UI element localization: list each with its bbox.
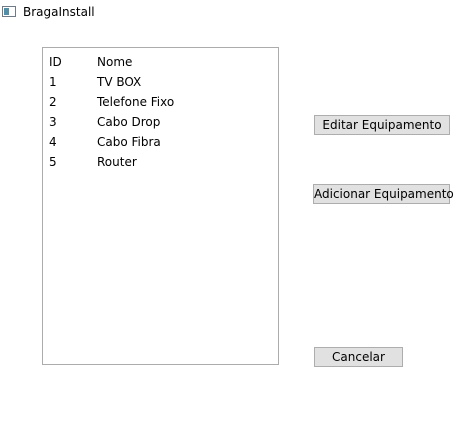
list-item[interactable]: 5 Router [43,150,278,170]
list-item[interactable]: 2 Telefone Fixo [43,90,278,110]
list-item-id: 4 [49,135,57,149]
column-header-nome: Nome [97,55,133,69]
app-window-icon [2,6,16,17]
equipment-list[interactable]: ID Nome 1 TV BOX 2 Telefone Fixo 3 Cabo … [42,47,279,365]
title-bar: BragaInstall [0,0,468,24]
list-item-id: 5 [49,155,57,169]
list-item-nome: TV BOX [97,75,142,89]
list-item[interactable]: 4 Cabo Fibra [43,130,278,150]
list-item-id: 3 [49,115,57,129]
window-title: BragaInstall [23,5,95,19]
main-window: BragaInstall ID Nome 1 TV BOX 2 Telefone… [0,0,468,426]
list-item-nome: Cabo Drop [97,115,161,129]
edit-equipment-button[interactable]: Editar Equipamento [314,115,450,135]
column-header-id: ID [49,55,62,69]
add-equipment-button[interactable]: Adicionar Equipamento [313,184,454,204]
list-item-id: 2 [49,95,57,109]
list-item-nome: Router [97,155,137,169]
list-item[interactable]: 3 Cabo Drop [43,110,278,130]
list-item-nome: Cabo Fibra [97,135,161,149]
list-item-id: 1 [49,75,57,89]
list-item[interactable]: 1 TV BOX [43,70,278,90]
cancel-button[interactable]: Cancelar [314,347,403,367]
list-header-row: ID Nome [43,50,278,70]
list-item-nome: Telefone Fixo [97,95,175,109]
